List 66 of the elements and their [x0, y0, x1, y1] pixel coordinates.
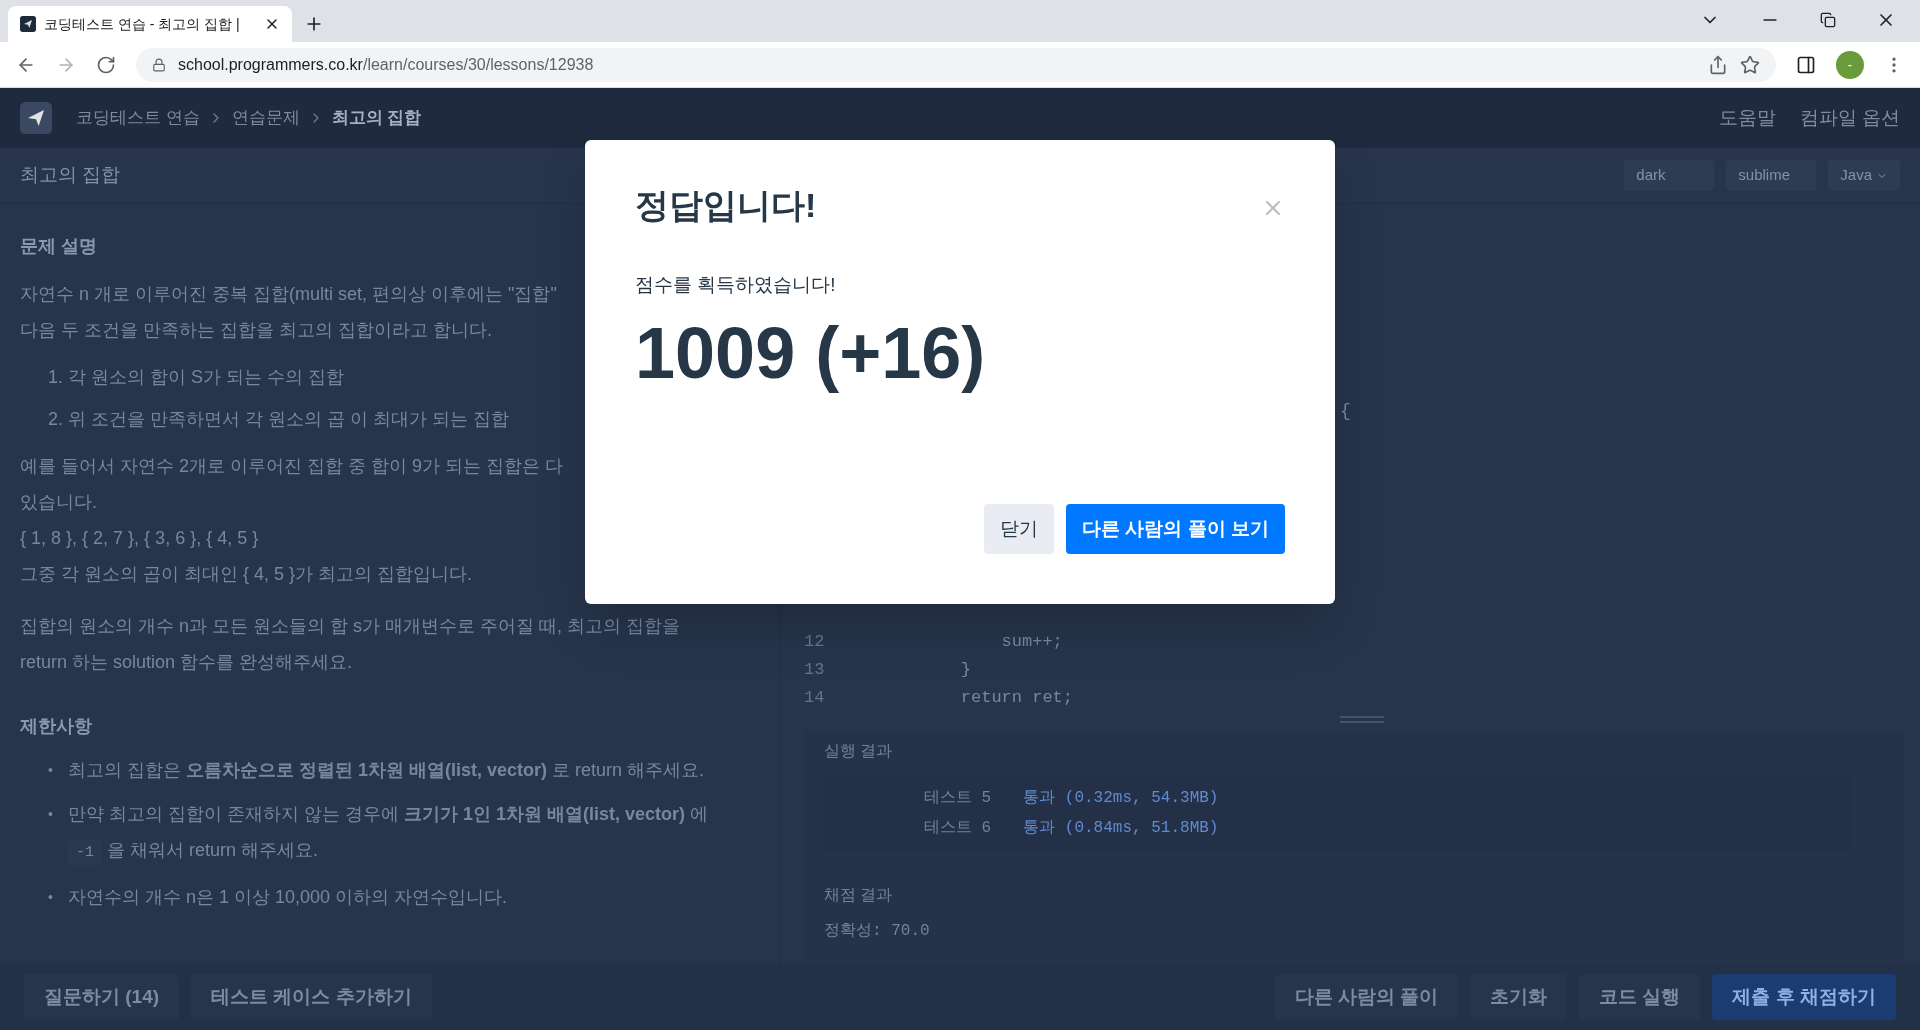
site-logo-icon — [20, 102, 52, 134]
paragraph-line: 그중 각 원소의 곱이 최대인 { 4, 5 }가 최고의 집합입니다. — [20, 563, 473, 586]
limit-item: 자연수의 개수 n은 1 이상 10,000 이하의 자연수입니다. — [68, 886, 509, 909]
grading-score: 정확성: 70.0 — [824, 921, 931, 942]
url-text: school.programmers.co.kr/learn/courses/30/lessons/12938 — [178, 54, 594, 75]
share-icon[interactable] — [1708, 54, 1728, 75]
footer-button[interactable]: 질문하기 (14) — [24, 974, 180, 1020]
side-panel-icon[interactable] — [1796, 54, 1816, 75]
limit-text: 만약 최고의 집합이 존재하지 않는 경우에 크기가 1인 1차원 배열(list, vector) 에 — [68, 804, 709, 824]
paragraph-line: 예를 들어서 자연수 2개로 이루어진 집합 중 합이 9가 되는 집합은 다 — [20, 455, 564, 478]
breadcrumb-link[interactable]: 코딩테스트 연습 — [76, 105, 200, 131]
bullet-marker: • — [48, 761, 54, 780]
dialog-button[interactable]: 닫기 — [984, 504, 1055, 554]
line-number: 13 — [804, 659, 826, 681]
line-number: 14 — [804, 687, 826, 709]
problem-title: 최고의 집합 — [20, 163, 121, 188]
lock-icon — [152, 57, 166, 72]
footer-button[interactable]: 초기화 — [1470, 974, 1568, 1020]
limit-text: 을 채워서 return 해주세요. — [107, 840, 319, 860]
section-heading: 제한사항 — [20, 715, 93, 738]
profile-avatar[interactable]: - — [1836, 50, 1864, 79]
condition-item: 1. 각 원소의 합이 S가 되는 수의 집합 — [48, 366, 345, 389]
section-heading: 문제 설명 — [20, 235, 98, 258]
bookmark-icon[interactable] — [1740, 54, 1760, 75]
test-name: 테스트 6 — [924, 818, 992, 839]
header-link[interactable]: 도움말 — [1718, 103, 1776, 133]
dialog-title: 정답입니다! — [635, 185, 818, 226]
theme-option[interactable]: dark — [1624, 160, 1715, 191]
paragraph-line: 자연수 n 개로 이루어진 중복 집합(multi set, 편의상 이후에는 "집합" — [20, 283, 557, 306]
bullet-marker: • — [48, 805, 54, 824]
footer-button[interactable]: 코드 실행 — [1579, 974, 1701, 1020]
header-link[interactable]: 컴파일 옵션 — [1799, 103, 1900, 133]
tab-favicon-icon — [20, 16, 36, 32]
limit-item: 최고의 집합은 오름차순으로 정렬된 1차원 배열(list, vector) 로 return 해주세요. — [68, 759, 706, 782]
footer-button[interactable]: 테스트 케이스 추가하기 — [191, 974, 432, 1020]
address-bar[interactable]: school.programmers.co.kr/learn/courses/30/lessons/12938 — [136, 47, 1776, 82]
task-paragraph: 집합의 원소의 개수 n과 모든 원소들의 합 s가 매개변수로 주어질 때, 최고의 집합을 return 하는 solution 함수를 완성해주세요. — [20, 615, 682, 674]
line-number: 12 — [804, 631, 826, 653]
test-result: 통과 (0.32ms, 54.3MB) — [1023, 788, 1219, 809]
test-result: 통과 (0.84ms, 51.8MB) — [1023, 818, 1219, 839]
reload-icon[interactable] — [96, 54, 116, 75]
paragraph-line: 다음 두 조건을 만족하는 집합을 최고의 집합이라고 합니다. — [20, 319, 492, 342]
footer-button[interactable]: 제출 후 채점하기 — [1712, 974, 1896, 1020]
theme-option[interactable]: sublime — [1726, 160, 1817, 191]
code-line: sum++; — [1000, 631, 1063, 653]
code-fragment: { — [1340, 400, 1351, 423]
paragraph-line: 있습니다. — [20, 491, 97, 514]
breadcrumb-link[interactable]: 최고의 집합 — [331, 105, 422, 131]
breadcrumb-link[interactable]: 연습문제 — [231, 105, 300, 131]
paragraph-line: { 1, 8 }, { 2, 7 }, { 3, 6 }, { 4, 5 } — [20, 527, 259, 550]
results-heading: 실행 결과 — [824, 741, 894, 761]
language-dropdown[interactable]: Java — [1828, 160, 1900, 191]
code-line: } — [959, 659, 971, 681]
resize-handle[interactable] — [1340, 716, 1384, 723]
test-name: 테스트 5 — [924, 788, 992, 809]
restore-icon[interactable] — [1820, 12, 1836, 28]
browser-tab[interactable]: 코딩테스트 연습 - 최고의 집합 | — [8, 6, 292, 42]
bullet-marker: • — [48, 888, 54, 907]
inline-code: -1 — [68, 840, 102, 865]
dialog-message: 점수를 획득하였습니다! — [635, 273, 837, 297]
footer-button[interactable]: 다른 사람의 풀이 — [1274, 974, 1459, 1020]
code-line: return ret; — [959, 687, 1074, 709]
condition-item: 2. 위 조건을 만족하면서 각 원소의 곱 이 최대가 되는 집합 — [48, 408, 510, 431]
score-text: 1009 (+16) — [635, 311, 987, 395]
dialog-button[interactable]: 다른 사람의 풀이 보기 — [1066, 504, 1285, 554]
grading-heading: 채점 결과 — [824, 885, 894, 905]
